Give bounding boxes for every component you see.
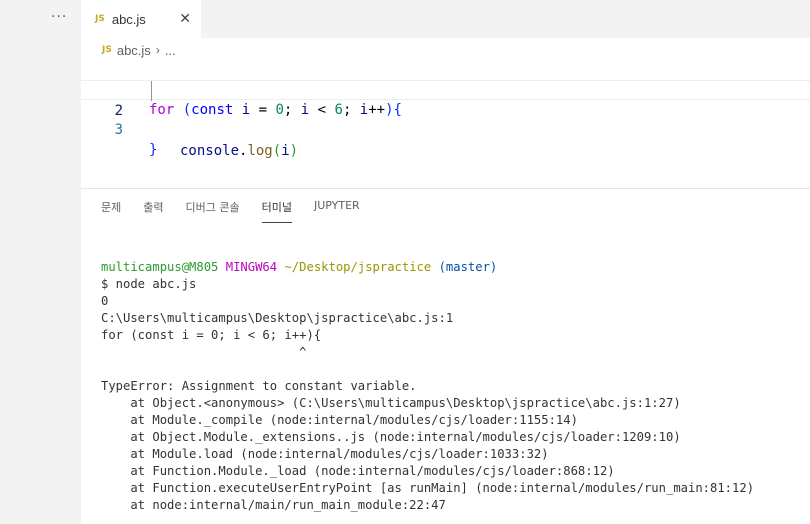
terminal-prompt: multicampus@M805 MINGW64 ~/Desktop/jspra… [101, 260, 498, 274]
bottom-panel: 문제 출력 디버그 콘솔 터미널 JUPYTER multicampus@M80… [81, 188, 810, 524]
tab-title: abc.js [111, 11, 146, 27]
tab-problems[interactable]: 문제 [101, 199, 121, 223]
code-line-1: 1 for (const i = 0; i < 6; i++){ [81, 60, 810, 118]
breadcrumb-file[interactable]: abc.js [117, 43, 151, 58]
close-icon[interactable]: ✕ [179, 11, 191, 27]
javascript-file-icon: JS [95, 14, 105, 24]
terminal-line: at Function.executeUserEntryPoint [as ru… [101, 481, 755, 495]
breadcrumb-more[interactable]: ... [165, 43, 176, 58]
tab-abc-js[interactable]: JS abc.js ✕ [81, 0, 201, 38]
breadcrumb: JS abc.js › ... [102, 40, 176, 60]
panel-tabs: 문제 출력 디버그 콘솔 터미널 JUPYTER [101, 199, 382, 223]
code-line-3: 3 } [81, 100, 810, 158]
tab-debug-console[interactable]: 디버그 콘솔 [186, 199, 240, 223]
terminal-line: at Module.load (node:internal/modules/cj… [101, 447, 549, 461]
code-editor[interactable]: 1 for (const i = 0; i < 6; i++){ 2 conso… [81, 60, 810, 185]
terminal-line: at Module._compile (node:internal/module… [101, 413, 578, 427]
terminal-line: for (const i = 0; i < 6; i++){ [101, 328, 322, 342]
terminal-line: at node:internal/main/run_main_module:22… [101, 498, 446, 512]
editor-tab-bar: JS abc.js ✕ [81, 0, 810, 38]
terminal-line: 0 [101, 294, 109, 308]
tab-jupyter[interactable]: JUPYTER [314, 199, 360, 223]
terminal-line: at Function.Module._load (node:internal/… [101, 464, 615, 478]
terminal-line: C:\Users\multicampus\Desktop\jspractice\… [101, 311, 454, 325]
code-line-2: 2 console.log(i) [81, 80, 810, 159]
terminal-line: TypeError: Assignment to constant variab… [101, 379, 417, 393]
indent-guide [151, 81, 152, 101]
terminal-line: at Object.Module._extensions..js (node:i… [101, 430, 681, 444]
terminal-line: at Object.<anonymous> (C:\Users\multicam… [101, 396, 681, 410]
tab-output[interactable]: 출력 [143, 199, 163, 223]
code-content: } [149, 142, 158, 158]
more-actions-button[interactable]: ··· [51, 9, 67, 25]
terminal-line: ^ [101, 345, 307, 359]
terminal-output[interactable]: multicampus@M805 MINGW64 ~/Desktop/jspra… [101, 259, 754, 514]
javascript-file-icon: JS [102, 45, 112, 55]
code-content: console.log(i) [180, 143, 299, 159]
tab-terminal[interactable]: 터미널 [261, 199, 292, 223]
chevron-right-icon: › [155, 43, 160, 57]
explorer-strip: ··· [0, 0, 81, 524]
terminal-line: $ node abc.js [101, 277, 197, 291]
line-number: 3 [114, 122, 123, 138]
